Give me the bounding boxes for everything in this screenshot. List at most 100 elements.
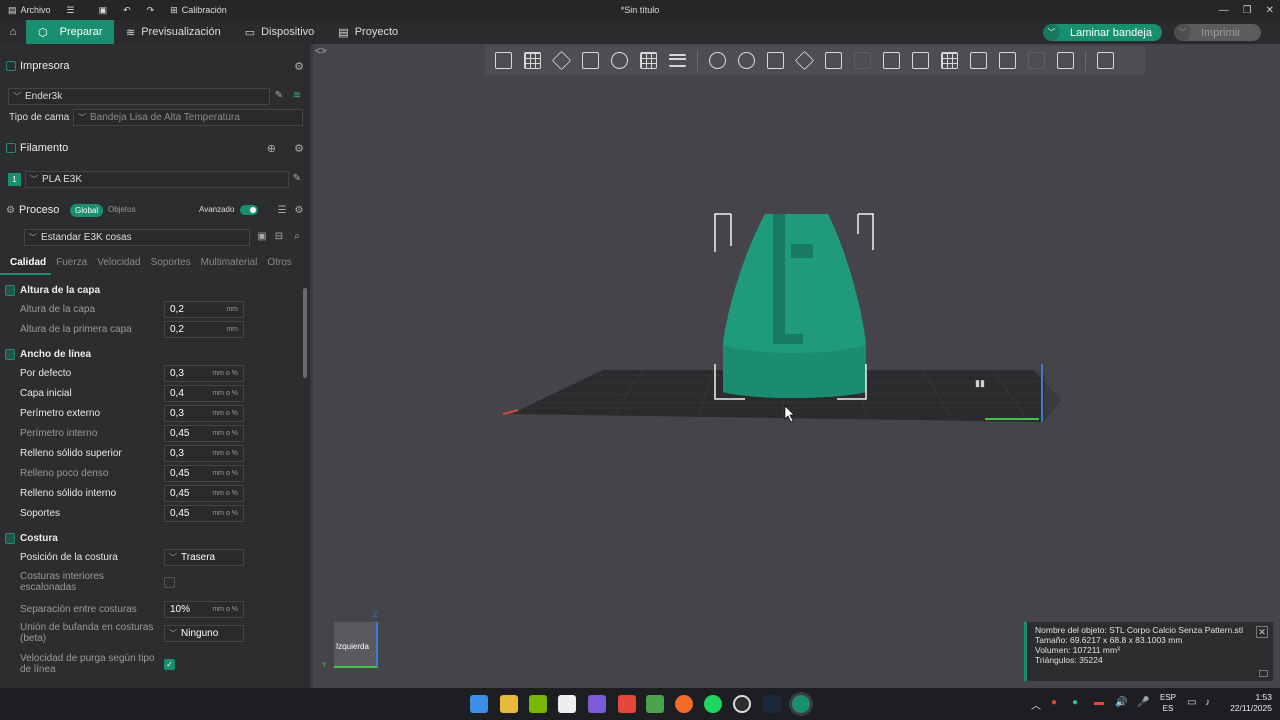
filament-slot-badge[interactable]: 1 [8, 173, 21, 186]
store-icon[interactable] [558, 695, 576, 713]
view-cube[interactable]: Izquierda [334, 622, 378, 668]
resize-grip-icon[interactable] [1259, 670, 1268, 677]
sliders-icon[interactable]: ⚙ [294, 60, 304, 73]
tab-supports[interactable]: Soportes [146, 257, 196, 275]
wifi-icon[interactable]: ≋ [291, 90, 303, 102]
firefox-icon[interactable] [675, 695, 693, 713]
windows-start-icon[interactable] [470, 695, 488, 713]
title-bar: ▤ Archivo ☰ ▣ ↶ ↷ ⊞ Calibración *Sin tít… [0, 0, 1280, 20]
tab-multimaterial[interactable]: Multimaterial [196, 257, 263, 275]
discord-icon[interactable] [588, 695, 606, 713]
tray-app-icon[interactable]: ▬ [1094, 697, 1104, 708]
orca-slicer-icon[interactable] [792, 695, 810, 713]
sliders-icon[interactable]: ⚙ [294, 142, 304, 155]
system-clock[interactable]: 1:53 22/11/2025 [1230, 692, 1272, 714]
tab-device[interactable]: ▭ Dispositivo [233, 20, 327, 44]
minecraft-icon[interactable] [646, 695, 664, 713]
calibration-menu[interactable]: ⊞ Calibración [162, 5, 235, 16]
line-sparse-input[interactable]: 0,45 mm o % [164, 464, 244, 482]
setting-label: Por defecto [20, 367, 72, 379]
line-default-input[interactable]: 0,3 mm o % [164, 364, 244, 382]
save-icon[interactable]: ▣ [91, 5, 116, 16]
advanced-label: Avanzado [199, 205, 235, 214]
home-icon[interactable]: ⌂ [0, 20, 26, 44]
process-preset-select[interactable]: ﹀ Estandar E3K cosas [24, 229, 250, 246]
tab-strength[interactable]: Fuerza [51, 257, 92, 275]
tab-preview[interactable]: ≋ Previsualización [114, 20, 233, 44]
tab-prepare[interactable]: ⬡ Preparar [26, 20, 114, 44]
line-top-input[interactable]: 0,3 mm o % [164, 444, 244, 462]
tray-app-icon[interactable]: ● [1072, 697, 1078, 708]
close-icon[interactable]: ✕ [1256, 626, 1268, 638]
model-object[interactable] [723, 214, 866, 398]
print-button[interactable]: ﹀ Imprimir [1174, 24, 1261, 41]
line-support-input[interactable]: 0,45 mm o % [164, 504, 244, 522]
seam-position-select[interactable]: ﹀ Trasera [164, 548, 244, 566]
language-indicator[interactable]: ESP ES [1160, 692, 1176, 714]
sliders-icon[interactable]: ⚙ [293, 205, 305, 217]
line-initial-input[interactable]: 0,4 mm o % [164, 384, 244, 402]
restore-icon[interactable]: ❐ [1243, 5, 1252, 16]
objects-toggle[interactable]: Objetos [108, 205, 136, 214]
object-size: Tamaño: 69.6217 x 68.8 x 83.1003 mm [1035, 635, 1183, 645]
line-inner-input[interactable]: 0,45 mm o % [164, 424, 244, 442]
chevron-down-icon[interactable]: ﹀ [1174, 24, 1191, 41]
global-toggle[interactable]: Global [70, 204, 104, 217]
tab-speed[interactable]: Velocidad [92, 257, 145, 275]
edit-icon[interactable]: ✎ [291, 173, 303, 185]
search-icon[interactable]: ⌕ [291, 231, 303, 243]
tray-app-icon[interactable]: ● [1051, 697, 1057, 708]
group-layer-height: Altura de la capa [0, 281, 300, 299]
microphone-icon[interactable]: 🎤 [1137, 697, 1149, 708]
settings-scrollbar[interactable] [303, 288, 307, 378]
seam-gap-input[interactable]: 10% mm o % [164, 600, 244, 618]
advanced-switch[interactable] [240, 205, 258, 215]
steam-icon[interactable] [763, 695, 781, 713]
chevron-up-icon[interactable]: ︿ [1031, 697, 1041, 712]
layer-height-input[interactable]: 0,2 mm [164, 300, 244, 318]
spotify-icon[interactable] [704, 695, 722, 713]
tab-others[interactable]: Otros [262, 257, 296, 275]
redo-icon[interactable]: ↷ [139, 5, 163, 16]
staggered-seams-checkbox[interactable] [164, 576, 175, 588]
filament-icon [6, 143, 16, 153]
printer-select[interactable]: ﹀ Ender3k [8, 88, 270, 105]
hamburger-icon[interactable]: ☰ [59, 5, 83, 16]
first-layer-height-input[interactable]: 0,2 mm [164, 320, 244, 338]
github-icon[interactable] [733, 695, 751, 713]
tab-project[interactable]: ▤ Proyecto [326, 20, 410, 44]
tab-quality[interactable]: Calidad [0, 257, 52, 275]
chevron-down-icon[interactable]: ﹀ [1043, 24, 1060, 41]
list-icon[interactable]: ☰ [276, 205, 288, 217]
brave-icon[interactable] [618, 695, 636, 713]
file-menu[interactable]: ▤ Archivo [0, 5, 59, 16]
wipe-speed-checkbox[interactable]: ✓ [164, 658, 175, 670]
minimize-icon[interactable]: — [1219, 5, 1229, 16]
close-icon[interactable]: ✕ [1266, 5, 1274, 16]
setting-label: Altura de la capa [20, 303, 96, 315]
unit-label: mm o % [212, 409, 238, 417]
line-outer-input[interactable]: 0,3 mm o % [164, 404, 244, 422]
add-filament-icon[interactable]: ⊕ [267, 142, 276, 155]
clock-time: 1:53 [1255, 692, 1272, 702]
bed-type-select[interactable]: ﹀ Bandeja Lisa de Alta Temperatura [73, 109, 303, 126]
compare-icon[interactable]: ⊟ [273, 231, 285, 243]
undo-icon[interactable]: ↶ [115, 5, 139, 16]
object-volume: Volumen: 107211 mm³ [1035, 645, 1120, 655]
filament-select[interactable]: ﹀ PLA E3K [25, 171, 289, 188]
printer-section-header[interactable]: Impresora ⚙ [0, 56, 310, 76]
setting-wipe-speed: Velocidad de purga según tipo de línea ✓ [20, 651, 300, 677]
speaker-icon[interactable]: 🔊 [1115, 697, 1127, 708]
save-icon[interactable]: ▣ [256, 231, 268, 243]
scarf-seam-select[interactable]: ﹀ Ninguno [164, 624, 244, 642]
line-internal-input[interactable]: 0,45 mm o % [164, 484, 244, 502]
edit-icon[interactable]: ✎ [273, 90, 285, 102]
volume-icon[interactable]: ♪ [1205, 697, 1210, 708]
setting-value: 0,2 [170, 323, 184, 335]
network-icon[interactable]: ▭ [1187, 697, 1196, 708]
file-explorer-icon[interactable] [500, 695, 518, 713]
bed-type-value: Bandeja Lisa de Alta Temperatura [90, 112, 240, 123]
slice-plate-button[interactable]: ﹀ Laminar bandeja [1043, 24, 1162, 41]
nvidia-icon[interactable] [529, 695, 547, 713]
filament-section-header[interactable]: Filamento ⊕ ⚙ [0, 138, 310, 158]
